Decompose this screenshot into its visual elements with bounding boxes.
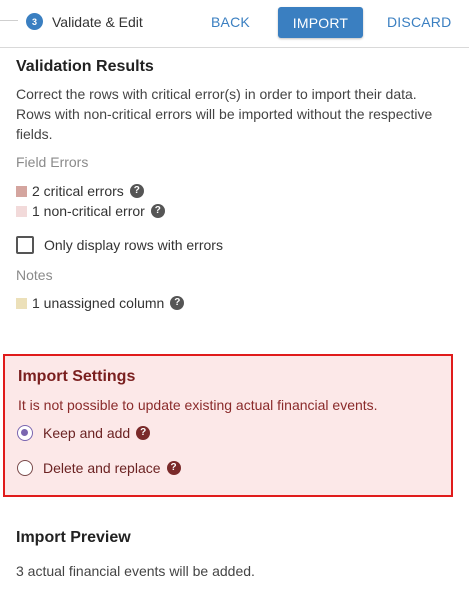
header-divider <box>0 47 469 48</box>
only-errors-label: Only display rows with errors <box>44 237 223 253</box>
unassigned-column-legend: 1 unassigned column ? <box>16 294 185 312</box>
critical-errors-legend: 2 critical errors ? <box>16 182 144 200</box>
import-preview-heading: Import Preview <box>16 529 131 546</box>
help-icon[interactable]: ? <box>166 461 181 475</box>
wizard-header: 3 Validate & Edit BACK IMPORT DISCARD <box>0 0 469 48</box>
validation-description-line-2: Rows with non-critical errors will be im… <box>16 106 433 122</box>
critical-swatch <box>16 185 27 197</box>
validation-description-line-3: fields. <box>16 126 53 142</box>
notes-label: Notes <box>16 267 53 283</box>
step-number-badge: 3 <box>26 13 43 30</box>
back-button[interactable]: BACK <box>211 13 250 31</box>
unassigned-column-label: 1 unassigned column <box>32 295 165 311</box>
keep-and-add-option[interactable]: Keep and add ? <box>17 423 151 443</box>
discard-button[interactable]: DISCARD <box>387 13 451 31</box>
help-icon[interactable]: ? <box>150 204 165 218</box>
keep-and-add-label: Keep and add <box>43 425 131 441</box>
step-connector <box>0 20 18 21</box>
critical-errors-label: 2 critical errors <box>32 183 124 199</box>
field-errors-label: Field Errors <box>16 154 89 170</box>
import-settings-panel: Import Settings It is not possible to up… <box>3 354 453 497</box>
keep-and-add-radio[interactable] <box>17 425 33 441</box>
import-settings-message: It is not possible to update existing ac… <box>18 397 378 413</box>
delete-and-replace-option[interactable]: Delete and replace ? <box>17 458 181 478</box>
noncritical-swatch <box>16 205 27 217</box>
only-errors-checkbox[interactable] <box>16 236 34 254</box>
import-settings-heading: Import Settings <box>18 368 136 385</box>
delete-and-replace-label: Delete and replace <box>43 460 161 476</box>
validation-description-line-1: Correct the rows with critical error(s) … <box>16 86 417 102</box>
import-preview-summary: 3 actual financial events will be added. <box>16 563 255 579</box>
only-errors-checkbox-row[interactable]: Only display rows with errors <box>16 235 223 255</box>
import-button[interactable]: IMPORT <box>278 7 363 38</box>
step-title: Validate & Edit <box>52 14 143 30</box>
help-icon[interactable]: ? <box>136 426 151 440</box>
noncritical-errors-legend: 1 non-critical error ? <box>16 202 165 220</box>
help-icon[interactable]: ? <box>170 296 185 310</box>
validation-results-heading: Validation Results <box>16 58 154 75</box>
noncritical-errors-label: 1 non-critical error <box>32 203 145 219</box>
help-icon[interactable]: ? <box>129 184 144 198</box>
delete-and-replace-radio[interactable] <box>17 460 33 476</box>
unassigned-swatch <box>16 297 27 309</box>
